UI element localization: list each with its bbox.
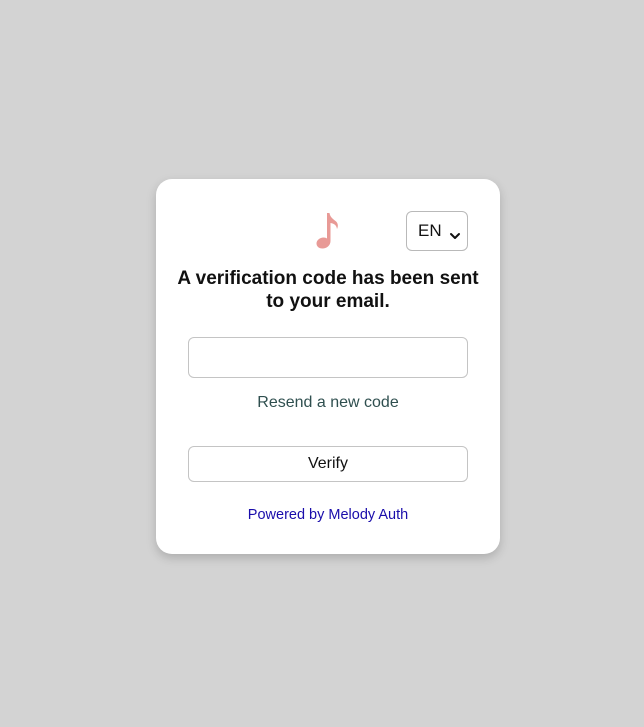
verify-button[interactable]: Verify [188, 446, 468, 482]
music-note-icon [310, 211, 346, 251]
chevron-down-icon [449, 226, 461, 239]
verification-card: EN A verification code has been sent to … [156, 179, 500, 554]
language-select-value: EN [418, 221, 442, 240]
language-select[interactable]: EN [406, 211, 468, 251]
resend-code-button[interactable]: Resend a new code [188, 393, 468, 413]
verification-code-input[interactable] [188, 337, 468, 378]
page-title: A verification code has been sent to you… [177, 268, 479, 312]
powered-by-link[interactable]: Powered by Melody Auth [188, 506, 468, 524]
